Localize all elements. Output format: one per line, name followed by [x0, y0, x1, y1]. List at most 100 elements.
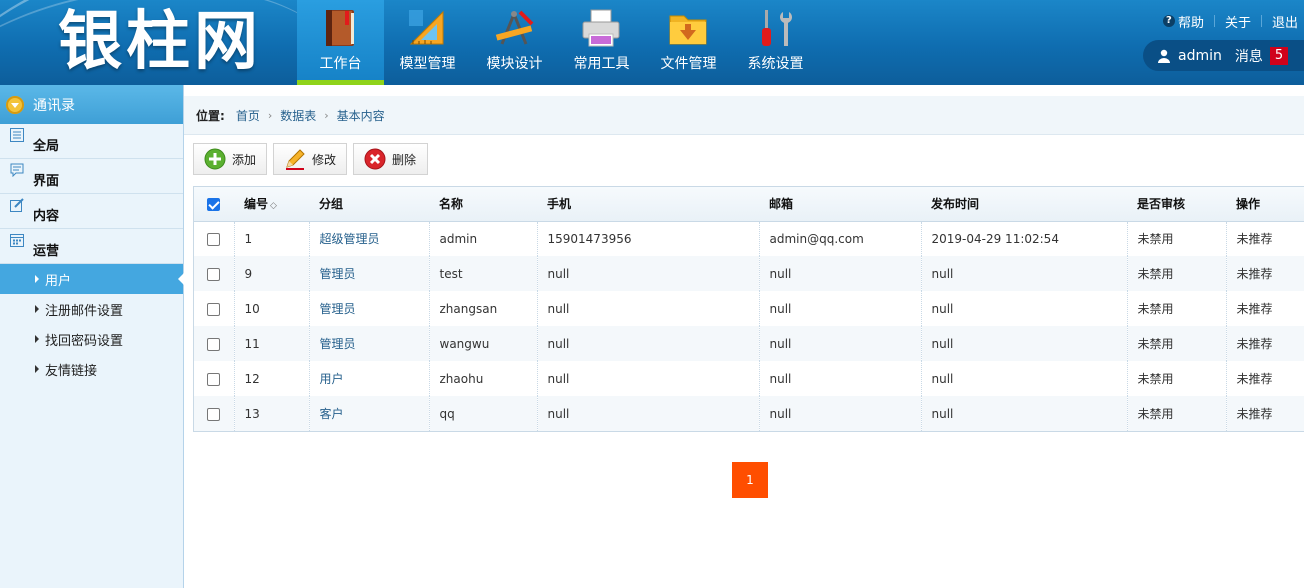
cell-group[interactable]: 超级管理员: [309, 221, 430, 256]
add-icon: [204, 148, 226, 170]
cell-group[interactable]: 用户: [309, 361, 430, 396]
cell-reviewed: 未禁用: [1127, 291, 1227, 326]
cell-id: 10: [234, 291, 310, 326]
sidebar-group-interface[interactable]: 界面: [0, 159, 183, 194]
row-checkbox[interactable]: [206, 267, 220, 281]
column-header-actions: 操作: [1226, 187, 1304, 222]
select-all-checkbox[interactable]: [207, 197, 220, 211]
cell-name: zhaohu: [429, 361, 538, 396]
row-select-cell: [194, 256, 235, 291]
edit-icon: [10, 198, 24, 212]
row-checkbox[interactable]: [206, 337, 220, 351]
sidebar-group-content[interactable]: 内容: [0, 194, 183, 229]
table-row[interactable]: 11 管理员 wangwu null null null 未禁用 未推荐: [194, 326, 1304, 361]
sidebar-item-users[interactable]: 用户: [0, 264, 184, 294]
nav-item-workbench[interactable]: 工作台: [297, 0, 384, 85]
about-link[interactable]: 关于: [1225, 12, 1251, 31]
cell-reviewed: 未禁用: [1127, 326, 1227, 361]
top-links: ? 帮助 关于 退出: [1162, 12, 1298, 31]
row-checkbox[interactable]: [206, 372, 220, 386]
help-link[interactable]: ? 帮助: [1162, 12, 1204, 31]
user-icon: [1158, 49, 1170, 63]
breadcrumb-label: 位置:: [196, 108, 225, 123]
breadcrumb-home[interactable]: 首页: [236, 107, 260, 124]
column-header-email: 邮箱: [759, 187, 921, 222]
cell-id: 13: [234, 396, 310, 431]
cell-email: null: [759, 326, 922, 361]
delete-button[interactable]: 删除: [353, 143, 428, 175]
column-header-id[interactable]: 编号 ◇: [234, 187, 309, 222]
chat-icon: [10, 163, 24, 177]
book-icon: [326, 10, 354, 46]
cell-actions: 未推荐: [1226, 221, 1304, 256]
row-checkbox[interactable]: [206, 232, 220, 246]
sidebar-group-label: 运营: [33, 243, 60, 259]
nav-label: 模块设计: [486, 56, 543, 72]
row-checkbox[interactable]: [206, 407, 220, 421]
cell-publish-time: null: [921, 291, 1128, 326]
table-row[interactable]: 10 管理员 zhangsan null null null 未禁用 未推荐: [194, 291, 1304, 326]
pagination-page-current[interactable]: 1: [732, 462, 768, 498]
sidebar-item-registration-email[interactable]: 注册邮件设置: [0, 294, 183, 324]
printer-icon: [582, 9, 620, 47]
table-row[interactable]: 13 客户 qq null null null 未禁用 未推荐: [194, 396, 1304, 431]
column-header-phone: 手机: [537, 187, 759, 222]
nav-item-common-tools[interactable]: 常用工具: [558, 0, 645, 85]
cell-publish-time: null: [921, 256, 1128, 291]
sidebar-group-operations[interactable]: 运营: [0, 229, 183, 264]
table-row[interactable]: 1 超级管理员 admin 15901473956 admin@qq.com 2019-0…: [194, 221, 1304, 256]
edit-button[interactable]: 修改: [273, 143, 347, 175]
list-icon: [10, 128, 24, 142]
row-select-cell: [194, 326, 235, 361]
edit-button-label: 修改: [312, 152, 337, 167]
cell-group[interactable]: 管理员: [309, 326, 430, 361]
cell-email: null: [759, 396, 922, 431]
nav-item-file-management[interactable]: 文件管理: [645, 0, 732, 85]
cell-group[interactable]: 管理员: [309, 256, 430, 291]
cell-reviewed: 未禁用: [1127, 396, 1227, 431]
cell-group[interactable]: 管理员: [309, 291, 430, 326]
sidebar-group-global[interactable]: 全局: [0, 124, 183, 159]
users-table: 编号 ◇ 分组 名称 手机 邮箱 发布时间 是否审核 操作 1 超级管理员 admin…: [193, 186, 1304, 432]
column-header-publish-time: 发布时间: [921, 187, 1127, 222]
cell-id: 11: [234, 326, 310, 361]
table-row[interactable]: 9 管理员 test null null null 未禁用 未推荐: [194, 256, 1304, 291]
breadcrumb-separator-icon: ›: [324, 108, 329, 122]
cell-id: 12: [234, 361, 310, 396]
breadcrumb-datatable[interactable]: 数据表: [280, 107, 316, 124]
sidebar-title: 通讯录: [33, 97, 75, 114]
table-row[interactable]: 12 用户 zhaohu null null null 未禁用 未推荐: [194, 361, 1304, 396]
breadcrumb-basic-content[interactable]: 基本内容: [337, 107, 385, 124]
nav-item-model-management[interactable]: 模型管理: [384, 0, 471, 85]
sidebar-item-password-recovery[interactable]: 找回密码设置: [0, 324, 183, 354]
cell-name: admin: [429, 221, 538, 256]
row-select-cell: [194, 221, 235, 256]
divider: [1213, 15, 1215, 27]
site-logo[interactable]: 银柱网: [58, 2, 262, 82]
divider: [1260, 15, 1262, 27]
nav-item-system-settings[interactable]: 系统设置: [732, 0, 819, 85]
breadcrumb-separator-icon: ›: [267, 108, 273, 122]
cell-publish-time: null: [921, 326, 1128, 361]
cell-name: zhangsan: [429, 291, 538, 326]
logout-link[interactable]: 退出: [1272, 12, 1298, 31]
cell-actions: 未推荐: [1226, 361, 1304, 396]
table-header-row: 编号 ◇ 分组 名称 手机 邮箱 发布时间 是否审核 操作: [194, 187, 1304, 222]
caret-right-icon: [35, 365, 39, 373]
messages-link[interactable]: 消息: [1235, 46, 1263, 66]
nav-item-module-design[interactable]: 模块设计: [471, 0, 558, 85]
username[interactable]: admin: [1178, 48, 1222, 64]
question-icon: ?: [1162, 15, 1175, 27]
header-bar: 银柱网 工作台 模型管理 模块设计 常用工具 文件管理 系统设置 ? 帮助 关于…: [0, 0, 1304, 85]
sidebar-header[interactable]: 通讯录: [0, 85, 183, 124]
add-button[interactable]: 添加: [193, 143, 267, 175]
row-checkbox[interactable]: [206, 302, 220, 316]
cell-actions: 未推荐: [1226, 396, 1304, 431]
cell-email: null: [759, 291, 922, 326]
cell-publish-time: null: [921, 396, 1128, 431]
cell-group[interactable]: 客户: [309, 396, 430, 431]
sidebar-item-friend-links[interactable]: 友情链接: [0, 354, 183, 384]
message-count-badge[interactable]: 5: [1269, 46, 1289, 65]
sort-icon[interactable]: ◇: [270, 201, 277, 211]
column-header-name: 名称: [429, 187, 537, 222]
